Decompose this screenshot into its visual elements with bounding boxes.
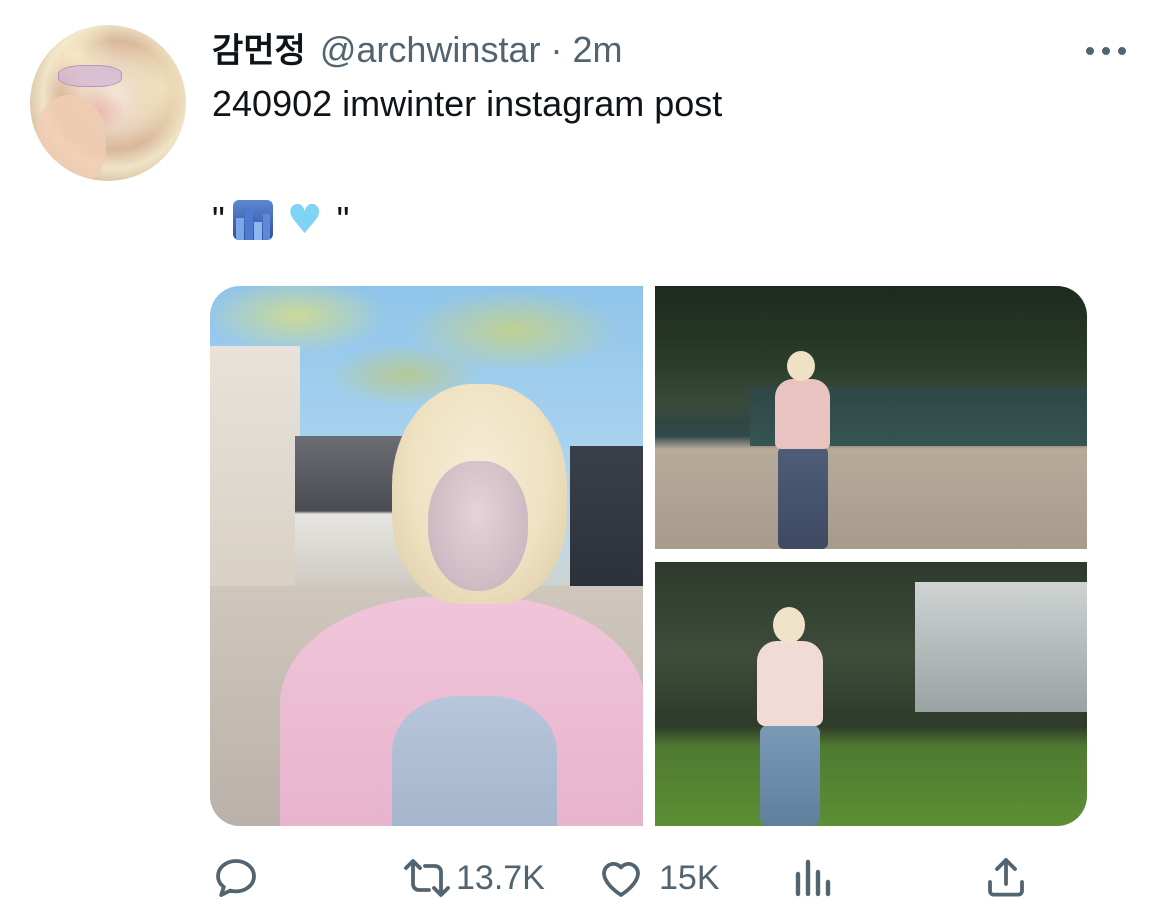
views-button[interactable] — [792, 852, 836, 904]
tweet-header: 감먼정 @archwinstar · 2m — [212, 28, 622, 72]
tweet[interactable]: 감먼정 @archwinstar · 2m 240902 imwinter in… — [0, 0, 1170, 922]
more-options-icon[interactable] — [1086, 36, 1126, 66]
separator-dot: · — [550, 29, 563, 70]
avatar[interactable] — [30, 25, 186, 181]
like-icon — [602, 862, 640, 897]
jeans — [760, 725, 820, 826]
light-blue-heart-emoji-icon: ♥ — [286, 197, 323, 243]
tweet-text-line2: " ♥ " — [212, 195, 349, 245]
display-name[interactable]: 감먼정 — [212, 29, 306, 73]
person-standing — [775, 351, 830, 549]
building-left — [210, 346, 300, 596]
pink-top — [757, 641, 823, 726]
share-button[interactable] — [982, 852, 1030, 904]
hair — [787, 351, 815, 381]
action-bar: 13.7K 15K — [212, 852, 1062, 904]
more-dot — [1118, 47, 1126, 55]
quote-close: " — [336, 199, 350, 240]
views-icon — [795, 859, 831, 897]
building — [915, 582, 1087, 712]
retweet-button[interactable]: 13.7K — [400, 852, 545, 904]
reply-button[interactable] — [212, 852, 260, 904]
face — [428, 461, 528, 591]
tweet-text-line1: 240902 imwinter instagram post — [212, 83, 723, 124]
like-button[interactable]: 15K — [597, 852, 720, 904]
like-count: 15K — [659, 858, 720, 897]
media-grid — [210, 286, 1087, 826]
pink-top — [775, 379, 830, 449]
photo-bottom-right[interactable] — [655, 562, 1087, 826]
retweet-icon — [404, 859, 450, 897]
more-dot — [1086, 47, 1094, 55]
hair — [773, 607, 805, 643]
avatar-hand — [36, 95, 106, 181]
photo-top-right[interactable] — [655, 286, 1087, 549]
jeans — [778, 447, 828, 549]
photo-main[interactable] — [210, 286, 643, 826]
shop-front — [570, 446, 643, 606]
share-icon — [988, 858, 1024, 897]
reply-icon — [216, 859, 256, 897]
timestamp[interactable]: 2m — [572, 28, 622, 72]
quote-open: " — [212, 199, 225, 240]
more-dot — [1102, 47, 1110, 55]
city-skyline-emoji-icon — [232, 200, 273, 240]
avatar-glasses — [58, 65, 122, 87]
person-standing — [755, 607, 825, 826]
grey-top — [392, 696, 557, 826]
user-handle[interactable]: @archwinstar — [320, 28, 541, 72]
retweet-count: 13.7K — [456, 858, 545, 897]
